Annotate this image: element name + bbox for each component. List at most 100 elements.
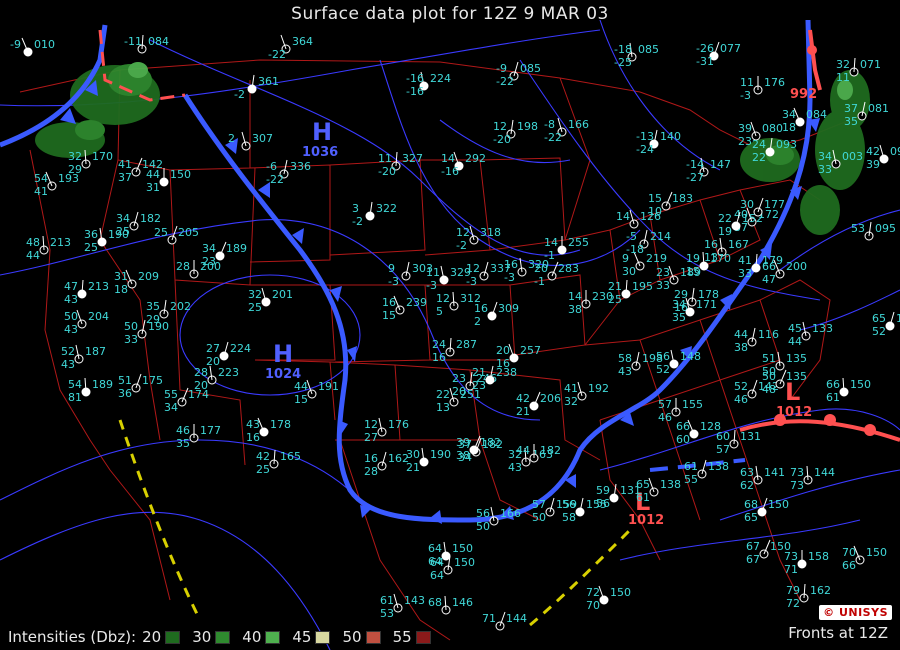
station-dewpoint: 15 [686, 265, 700, 278]
legend-swatch-50 [365, 630, 381, 644]
station-temperature: 14 [568, 290, 582, 303]
station-pressure: 213 [50, 236, 71, 249]
station-pressure: 178 [270, 418, 291, 431]
station-pressure: 238 [496, 366, 517, 379]
radar-legend: Intensities (Dbz): 20 30 40 45 50 55 [8, 628, 437, 646]
station-pressure: 177 [200, 424, 221, 437]
station-pressure: 213 [88, 280, 109, 293]
station-temperature: 12 [493, 120, 507, 133]
station-pressure: 364 [292, 35, 313, 48]
station-temperature: 39 [738, 122, 752, 135]
station-pressure: 336 [290, 160, 311, 173]
station-pressure: 166 [568, 118, 589, 131]
station-pressure: 292 [465, 152, 486, 165]
station-dewpoint: -2 [456, 239, 467, 252]
station-pressure: 191 [318, 380, 339, 393]
station-temperature: 45 [788, 322, 802, 335]
station-pressure: 176 [388, 418, 409, 431]
station-temperature: 30 [740, 198, 754, 211]
station-temperature: 16 [704, 238, 718, 251]
station-dewpoint: 44 [26, 249, 40, 262]
station-dewpoint: 25 [84, 241, 98, 254]
station-temperature: 21 [608, 280, 622, 293]
station-pressure: 150 [850, 378, 871, 391]
station-temperature: -5 [626, 230, 637, 243]
station-temperature: 34 [782, 108, 796, 121]
station-pressure: 255 [568, 236, 589, 249]
station-dewpoint: 21 [516, 405, 530, 418]
station-temperature: 50 [64, 310, 78, 323]
station-dewpoint: 67 [746, 553, 760, 566]
station-dewpoint: 25 [256, 463, 270, 476]
station-pressure: 010 [34, 38, 55, 51]
station-pressure: 239 [406, 296, 427, 309]
station-temperature: 52 [734, 380, 748, 393]
station-pressure: 190 [108, 228, 129, 241]
station-pressure: 003 [842, 150, 863, 163]
station-temperature: 36 [84, 228, 98, 241]
station-dewpoint: 33 [738, 267, 752, 280]
station-pressure: 182 [140, 212, 161, 225]
station-temperature: -16 [406, 72, 424, 85]
legend-level-30: 30 [192, 628, 212, 646]
station-dewpoint: 18 [782, 121, 796, 134]
station-temperature: 12 [364, 418, 378, 431]
station-temperature: 47 [64, 280, 78, 293]
station-pressure: 093 [776, 138, 797, 151]
station-dewpoint: 2 [474, 315, 481, 328]
station-dewpoint: 30 [622, 265, 636, 278]
station-dewpoint: 46 [734, 393, 748, 406]
station-dewpoint: -2 [352, 215, 363, 228]
station-dewpoint: -24 [636, 143, 654, 156]
station-pressure: 147 [710, 158, 731, 171]
station-dewpoint: 53 [380, 607, 394, 620]
station-pressure: 150 [768, 498, 789, 511]
station-dewpoint: 15 [382, 309, 396, 322]
station-pressure: 150 [170, 168, 191, 181]
station-pressure: 146 [452, 596, 473, 609]
station-pressure: 143 [404, 594, 425, 607]
legend-level-20: 20 [142, 628, 162, 646]
station-pressure: 141 [764, 466, 785, 479]
station-temperature: 12 [456, 226, 470, 239]
station-temperature: 14 [544, 236, 558, 249]
station-temperature: 12 [466, 262, 480, 275]
station-temperature: 42 [866, 145, 880, 158]
station-temperature: 43 [246, 418, 260, 431]
station-pressure: 204 [88, 310, 109, 323]
station-pressure: 182 [540, 444, 561, 457]
station-dewpoint: 16 [246, 431, 260, 444]
station-pressure: 206 [540, 392, 561, 405]
station-temperature: 70 [842, 546, 856, 559]
station-dewpoint: 36 [118, 387, 132, 400]
station-dewpoint: 52 [656, 363, 670, 376]
station-dewpoint: -1 [544, 249, 555, 262]
station-dewpoint: 34 [164, 401, 178, 414]
station-temperature: 23 [452, 372, 466, 385]
station-pressure: 176 [764, 76, 785, 89]
station-pressure: 312 [460, 292, 481, 305]
station-temperature: 11 [740, 76, 754, 89]
legend-swatch-45 [315, 630, 331, 644]
station-dewpoint: 81 [68, 391, 82, 404]
station-dewpoint: 72 [786, 597, 800, 610]
station-dewpoint: 66 [842, 559, 856, 572]
station-temperature: 28 [176, 260, 190, 273]
legend-swatch-30 [215, 630, 231, 644]
station-dewpoint: 38 [734, 341, 748, 354]
station-temperature: 61 [684, 460, 698, 473]
station-pressure: 201 [272, 288, 293, 301]
station-pressure: 133 [812, 322, 833, 335]
station-temperature: 71 [482, 612, 496, 625]
station-dewpoint: 15 [294, 393, 308, 406]
station-pressure: 148 [680, 350, 701, 363]
station-dewpoint: 48 [762, 383, 776, 396]
station-temperature: 3 [352, 202, 359, 215]
station-temperature: 24 [432, 338, 446, 351]
station-dewpoint: 35 [672, 311, 686, 324]
station-temperature: 31 [114, 270, 128, 283]
station-pressure: 084 [148, 35, 169, 48]
station-pressure: 187 [85, 345, 106, 358]
station-pressure: 155 [682, 398, 703, 411]
station-pressure: 190 [148, 320, 169, 333]
